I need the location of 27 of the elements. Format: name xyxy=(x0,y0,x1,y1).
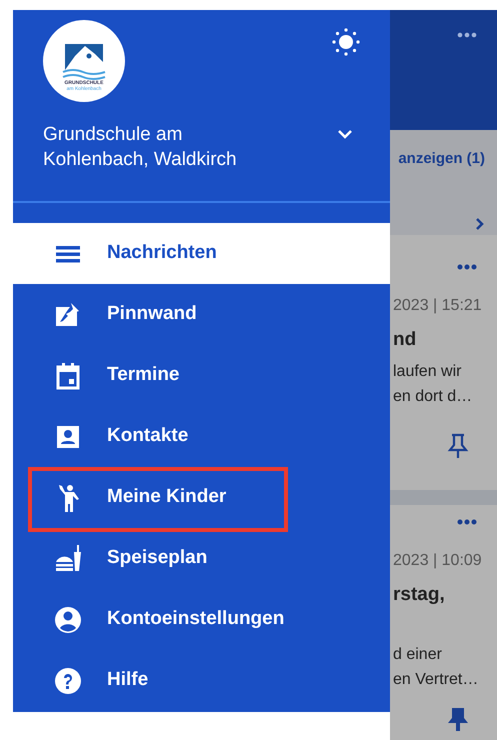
post-preview: laufen wir en dort d… xyxy=(393,362,474,406)
more-icon[interactable] xyxy=(457,264,477,270)
menu-item[interactable]: Nachrichten xyxy=(13,223,390,284)
menu-item[interactable]: Kontakte xyxy=(13,406,390,467)
help-icon xyxy=(53,666,83,696)
post-date: 2023 | 15:21 xyxy=(393,296,483,316)
post-preview: d einer en Vertret… xyxy=(393,644,480,690)
more-icon[interactable] xyxy=(457,32,477,38)
pin-icon[interactable] xyxy=(447,432,469,458)
account-icon xyxy=(53,604,83,634)
menu-item[interactable]: Speiseplan xyxy=(13,528,390,589)
sun-icon[interactable] xyxy=(332,28,360,56)
chevron-right-icon[interactable] xyxy=(475,216,485,230)
menu-item[interactable]: Pinnwand xyxy=(13,284,390,345)
post-title: nd xyxy=(393,328,418,352)
post-date: 2023 | 10:09 xyxy=(393,551,483,571)
banner-link[interactable]: anzeigen (1) xyxy=(398,148,485,170)
logo-drawing xyxy=(61,42,107,80)
school-name[interactable]: Grundschule am Kohlenbach, Waldkirch xyxy=(43,122,283,172)
menu-item[interactable]: Hilfe xyxy=(13,650,390,711)
more-icon[interactable] xyxy=(457,519,477,525)
menu-item[interactable]: Termine xyxy=(13,345,390,406)
food-icon xyxy=(53,544,83,574)
menu-item[interactable]: Kontoeinstellungen xyxy=(13,589,390,650)
menu-item[interactable]: Meine Kinder xyxy=(13,467,390,528)
post-title: rstag, xyxy=(393,583,446,607)
pin-icon[interactable] xyxy=(447,706,469,732)
